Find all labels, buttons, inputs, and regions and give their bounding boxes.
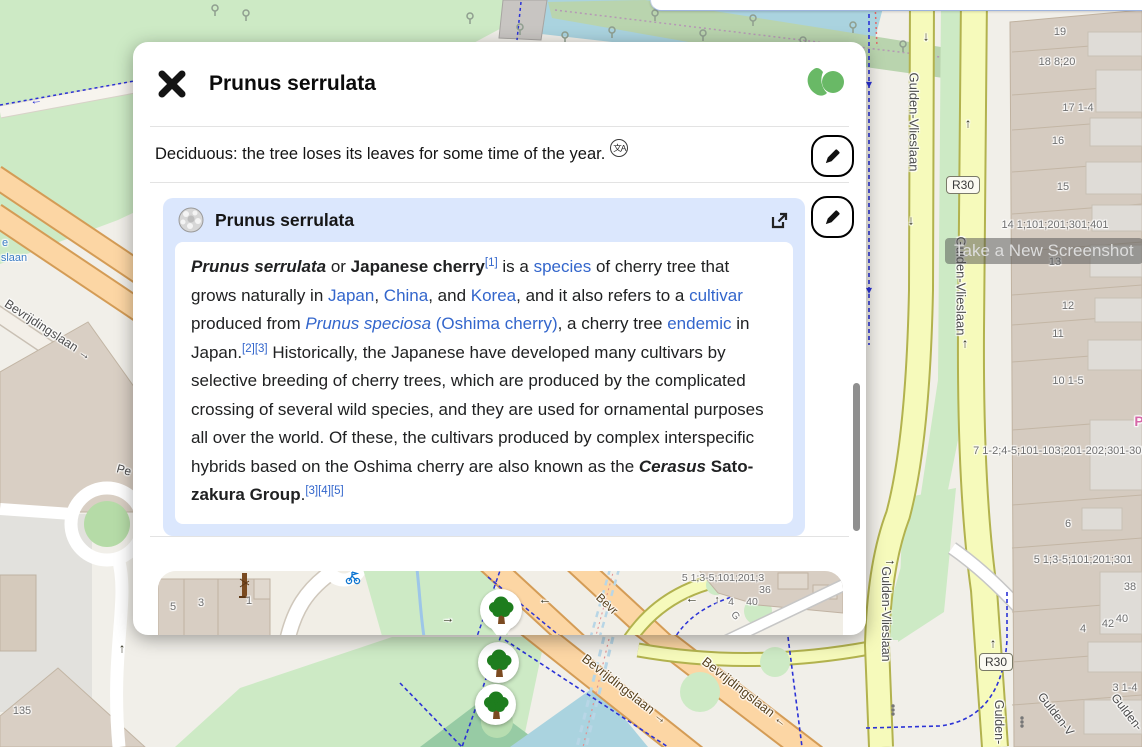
wiki-text: produced from: [191, 314, 305, 333]
wiki-link[interactable]: cultivar: [689, 286, 743, 305]
tree-marker[interactable]: [478, 642, 519, 683]
top-panel[interactable]: [650, 0, 1142, 11]
tree-icon: [482, 690, 510, 720]
close-icon: [157, 69, 187, 99]
pencil-icon: [823, 147, 842, 166]
tree-icon: [485, 648, 513, 678]
deciduous-text: Deciduous: the tree loses its leaves for…: [155, 145, 605, 164]
screenshot-overlay-button[interactable]: Take a New Screenshot: [945, 238, 1142, 264]
wikipedia-section: Prunus serrulata Prunus serrulata or Jap…: [133, 183, 866, 536]
translate-icon[interactable]: 文A: [610, 139, 628, 157]
wiki-link[interactable]: [1]: [485, 257, 498, 269]
wiki-text: , and: [428, 286, 471, 305]
wiki-link[interactable]: China: [384, 286, 428, 305]
external-link-icon[interactable]: [769, 210, 790, 231]
wiki-text: Prunus serrulata: [191, 257, 326, 276]
wiki-text: Cerasus: [639, 457, 706, 476]
divider: [150, 536, 849, 537]
wiki-text: is a: [498, 257, 534, 276]
wiki-text: Japanese cherry: [351, 257, 485, 276]
popup-title: Prunus serrulata: [209, 72, 376, 96]
scrollbar-thumb[interactable]: [853, 383, 860, 531]
leaf-cycle-row: Deciduous: the tree loses its leaves for…: [133, 127, 866, 182]
wiki-text: , a cherry tree: [558, 314, 668, 333]
tree-marker[interactable]: [475, 684, 516, 725]
mapcomplete-logo-icon: [804, 67, 844, 101]
app-root: { "popup": { "title": "Prunus serrulata"…: [0, 0, 1142, 747]
wiki-link[interactable]: endemic: [667, 314, 731, 333]
pencil-icon: [823, 208, 842, 227]
popup-header: Prunus serrulata: [133, 42, 866, 126]
wikipedia-extract: Prunus serrulata or Japanese cherry[1] i…: [175, 242, 793, 524]
selected-tree-marker[interactable]: [480, 589, 522, 631]
wikipedia-card: Prunus serrulata Prunus serrulata or Jap…: [163, 198, 805, 536]
wiki-link[interactable]: [3][4][5]: [305, 485, 343, 497]
edit-leaf-cycle-button[interactable]: [811, 135, 854, 177]
popup-minimap[interactable]: 531Bevr5 1;3-5;101;201;336404←→←↑G: [158, 571, 843, 635]
wikipedia-icon: [178, 207, 204, 233]
edit-wikipedia-button[interactable]: [811, 196, 854, 238]
wikipedia-card-header: Prunus serrulata: [175, 198, 793, 242]
feature-popup: Prunus serrulata Deciduous: the tree los…: [133, 42, 866, 635]
wiki-link[interactable]: species: [534, 257, 592, 276]
wikipedia-paragraph: Prunus serrulata or Japanese cherry[1] i…: [191, 253, 777, 510]
wiki-link[interactable]: [2][3]: [242, 343, 268, 355]
wiki-text: or: [326, 257, 351, 276]
wikipedia-article-title: Prunus serrulata: [215, 210, 354, 231]
wiki-text: , and it also refers to a: [516, 286, 689, 305]
wiki-link[interactable]: Prunus speciosa: [305, 314, 431, 333]
tree-icon: [487, 595, 515, 625]
wiki-link[interactable]: Japan: [328, 286, 374, 305]
wiki-link[interactable]: (Oshima cherry): [431, 314, 558, 333]
wiki-text: ,: [374, 286, 383, 305]
wiki-link[interactable]: Korea: [471, 286, 516, 305]
close-button[interactable]: [155, 67, 189, 101]
